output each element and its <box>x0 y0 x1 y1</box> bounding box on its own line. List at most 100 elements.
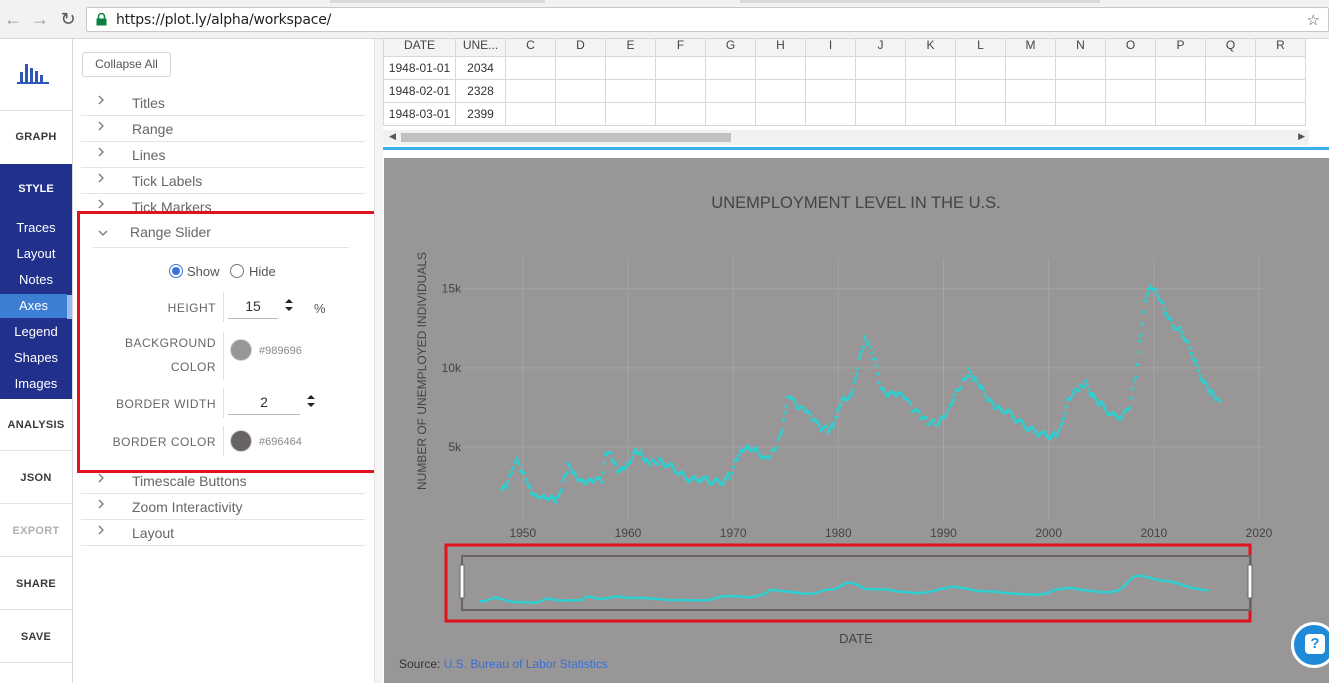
height-stepper-icon[interactable] <box>285 298 293 312</box>
grid-cell[interactable] <box>555 79 606 103</box>
grid-column-header[interactable]: M <box>1005 39 1056 57</box>
grid-column-header[interactable]: K <box>905 39 956 57</box>
vertical-scrollbar[interactable] <box>1309 39 1329 145</box>
nav-analysis[interactable]: ANALYSIS <box>0 419 72 431</box>
grid-cell[interactable] <box>1105 102 1156 126</box>
grid-cell[interactable] <box>705 56 756 80</box>
grid-cell[interactable] <box>1155 102 1206 126</box>
grid-cell[interactable] <box>1205 79 1256 103</box>
grid-cell[interactable]: 1948-03-01 <box>383 102 456 126</box>
grid-cell[interactable] <box>905 79 956 103</box>
grid-cell[interactable] <box>605 56 656 80</box>
border-width-stepper-icon[interactable] <box>307 394 315 408</box>
grid-cell[interactable] <box>505 56 556 80</box>
forward-icon[interactable]: → <box>30 9 50 29</box>
grid-column-header[interactable]: J <box>855 39 906 57</box>
collapse-all-button[interactable]: Collapse All <box>82 52 171 77</box>
grid-cell[interactable] <box>1055 79 1106 103</box>
reload-icon[interactable]: ↻ <box>58 9 78 29</box>
grid-column-header[interactable]: N <box>1055 39 1106 57</box>
nav-axes[interactable]: Axes <box>0 294 67 318</box>
nav-images[interactable]: Images <box>0 372 72 396</box>
grid-cell[interactable] <box>555 56 606 80</box>
back-icon[interactable]: ← <box>3 9 23 29</box>
grid-cell[interactable] <box>755 56 806 80</box>
grid-cell[interactable] <box>1205 56 1256 80</box>
range-slider-header[interactable]: Range Slider <box>93 214 349 248</box>
grid-cell[interactable] <box>505 79 556 103</box>
grid-cell[interactable]: 1948-02-01 <box>383 79 456 103</box>
range-slider-right-handle[interactable] <box>1247 564 1253 599</box>
nav-save[interactable]: SAVE <box>0 631 72 643</box>
grid-cell[interactable] <box>755 79 806 103</box>
section-layout[interactable]: Layout <box>81 520 365 546</box>
grid-cell[interactable] <box>1055 102 1106 126</box>
grid-cell[interactable] <box>705 102 756 126</box>
section-titles[interactable]: Titles <box>81 90 365 116</box>
grid-column-header[interactable]: Q <box>1205 39 1256 57</box>
grid-cell[interactable] <box>855 56 906 80</box>
nav-json[interactable]: JSON <box>0 472 72 484</box>
bg-color-swatch[interactable] <box>230 339 252 361</box>
grid-cell[interactable]: 2399 <box>455 102 506 126</box>
grid-cell[interactable] <box>1255 102 1306 126</box>
grid-cell[interactable] <box>1155 56 1206 80</box>
grid-cell[interactable] <box>1155 79 1206 103</box>
grid-cell[interactable] <box>1005 102 1056 126</box>
grid-column-header[interactable]: R <box>1255 39 1306 57</box>
scroll-right-icon[interactable]: ▶ <box>1298 131 1305 142</box>
grid-column-header[interactable]: H <box>755 39 806 57</box>
grid-cell[interactable]: 2034 <box>455 56 506 80</box>
nav-export[interactable]: EXPORT <box>0 525 72 537</box>
grid-cell[interactable] <box>1105 79 1156 103</box>
section-tick-markers[interactable]: Tick Markers <box>81 194 365 212</box>
panel-resize-handle[interactable] <box>374 39 383 683</box>
grid-column-header[interactable]: P <box>1155 39 1206 57</box>
unemployment-chart[interactable]: UNEMPLOYMENT LEVEL IN THE U.S. NUMBER OF… <box>383 150 1329 683</box>
plotly-logo-icon[interactable] <box>17 62 49 84</box>
grid-cell[interactable] <box>655 79 706 103</box>
scrollbar-thumb[interactable] <box>401 133 731 142</box>
grid-cell[interactable]: 1948-01-01 <box>383 56 456 80</box>
border-width-input[interactable]: 2 <box>228 394 300 415</box>
nav-notes[interactable]: Notes <box>0 268 72 292</box>
bookmark-star-icon[interactable]: ☆ <box>1307 11 1320 29</box>
border-color-swatch[interactable] <box>230 430 252 452</box>
grid-column-header[interactable]: G <box>705 39 756 57</box>
nav-style[interactable]: STYLE <box>0 183 72 195</box>
grid-cell[interactable]: 2328 <box>455 79 506 103</box>
grid-cell[interactable] <box>1255 56 1306 80</box>
source-link[interactable]: U.S. Bureau of Labor Statistics <box>444 657 608 671</box>
nav-layout[interactable]: Layout <box>0 242 72 266</box>
nav-legend[interactable]: Legend <box>0 320 72 344</box>
section-zoom-interactivity[interactable]: Zoom Interactivity <box>81 494 365 520</box>
help-chat-button[interactable]: ? <box>1291 622 1329 668</box>
grid-column-header[interactable]: I <box>805 39 856 57</box>
grid-cell[interactable] <box>705 79 756 103</box>
scroll-left-icon[interactable]: ◀ <box>389 131 396 142</box>
grid-cell[interactable] <box>1005 56 1056 80</box>
grid-cell[interactable] <box>955 102 1006 126</box>
range-slider[interactable] <box>461 555 1251 611</box>
grid-cell[interactable] <box>655 56 706 80</box>
hide-radio[interactable] <box>230 264 244 278</box>
section-tick-labels[interactable]: Tick Labels <box>81 168 365 194</box>
grid-cell[interactable] <box>855 79 906 103</box>
grid-cell[interactable] <box>605 102 656 126</box>
grid-column-header[interactable]: UNE... <box>455 39 506 57</box>
grid-cell[interactable] <box>805 79 856 103</box>
section-timescale-buttons[interactable]: Timescale Buttons <box>81 468 365 494</box>
grid-cell[interactable] <box>905 56 956 80</box>
grid-cell[interactable] <box>505 102 556 126</box>
grid-cell[interactable] <box>1205 102 1256 126</box>
show-radio[interactable] <box>169 264 183 278</box>
grid-cell[interactable] <box>955 56 1006 80</box>
grid-cell[interactable] <box>655 102 706 126</box>
nav-shapes[interactable]: Shapes <box>0 346 72 370</box>
height-input[interactable]: 15 <box>228 298 278 319</box>
range-slider-left-handle[interactable] <box>459 564 465 599</box>
grid-cell[interactable] <box>555 102 606 126</box>
section-lines[interactable]: Lines <box>81 142 365 168</box>
grid-cell[interactable] <box>605 79 656 103</box>
nav-graph[interactable]: GRAPH <box>0 131 72 143</box>
